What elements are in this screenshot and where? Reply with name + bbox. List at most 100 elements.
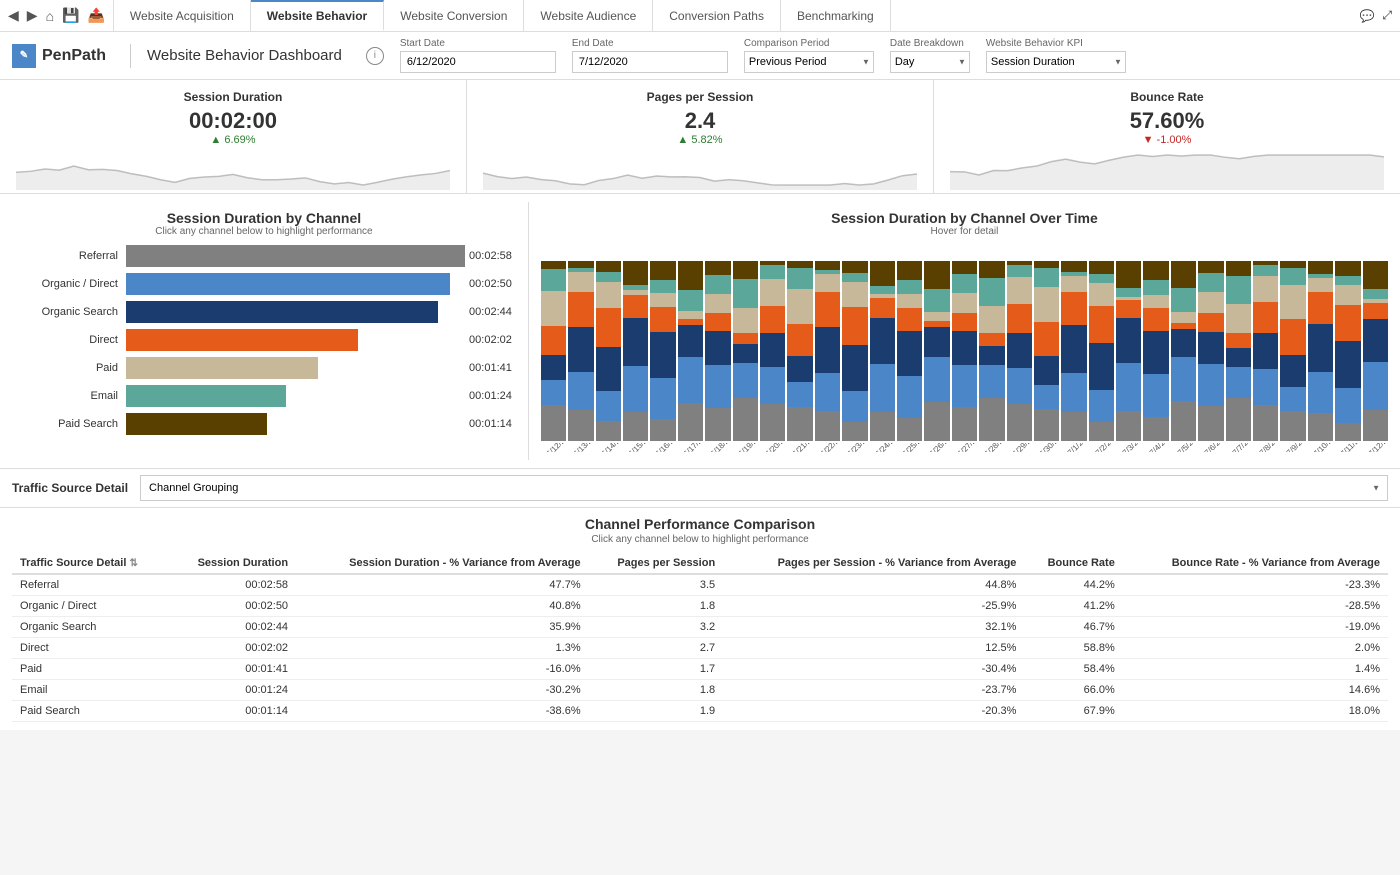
stacked-bar-1[interactable] — [568, 261, 593, 441]
stacked-bar-30[interactable] — [1363, 261, 1388, 441]
stacked-segment-7-2 — [733, 344, 758, 363]
expand-icon[interactable]: ⤢ — [1382, 8, 1392, 23]
save-button[interactable]: 💾 — [62, 7, 79, 24]
bar-track-5 — [126, 385, 465, 407]
stacked-bar-25[interactable] — [1226, 261, 1251, 441]
stacked-bar-6[interactable] — [705, 261, 730, 441]
stacked-bar-7[interactable] — [733, 261, 758, 441]
bar-row-3[interactable]: Direct 00:02:02 — [16, 329, 512, 351]
stacked-bar-17[interactable] — [1007, 261, 1032, 441]
nav-tab-website-behavior[interactable]: Website Behavior — [251, 0, 384, 31]
stacked-bar-0[interactable] — [541, 261, 566, 441]
kpi-select[interactable]: Session Duration — [986, 51, 1126, 73]
stacked-segment-16-1 — [979, 365, 1004, 399]
table-row-2[interactable]: Organic Search00:02:4435.9%3.232.1%46.7%… — [12, 617, 1388, 638]
stacked-bar-22[interactable] — [1143, 261, 1168, 441]
table-row-6[interactable]: Paid Search00:01:14-38.6%1.9-20.3%67.9%1… — [12, 701, 1388, 722]
stacked-segment-1-1 — [568, 372, 593, 410]
stacked-bar-27[interactable] — [1280, 261, 1305, 441]
stacked-segment-26-2 — [1253, 333, 1278, 369]
stacked-segment-11-2 — [842, 345, 867, 391]
bar-row-2[interactable]: Organic Search 00:02:44 — [16, 301, 512, 323]
stacked-segment-19-6 — [1061, 261, 1086, 272]
stacked-segment-28-3 — [1308, 292, 1333, 325]
table-row-1[interactable]: Organic / Direct00:02:5040.8%1.8-25.9%41… — [12, 596, 1388, 617]
stacked-bar-13[interactable] — [897, 261, 922, 441]
date-breakdown-select[interactable]: Day — [890, 51, 970, 73]
table-row-0[interactable]: Referral00:02:5847.7%3.544.8%44.2%-23.3% — [12, 574, 1388, 596]
stacked-bar-8[interactable] — [760, 261, 785, 441]
table-row-3[interactable]: Direct00:02:021.3%2.712.5%58.8%2.0% — [12, 638, 1388, 659]
bar-row-4[interactable]: Paid 00:01:41 — [16, 357, 512, 379]
stacked-bar-10[interactable] — [815, 261, 840, 441]
stacked-bar-3[interactable] — [623, 261, 648, 441]
chat-icon[interactable]: 💬 — [1359, 9, 1374, 23]
end-date-input[interactable] — [572, 51, 728, 73]
stacked-segment-19-2 — [1061, 325, 1086, 372]
nav-tab-website-audience[interactable]: Website Audience — [524, 0, 653, 31]
table-row-4[interactable]: Paid00:01:41-16.0%1.7-30.4%58.4%1.4% — [12, 659, 1388, 680]
back-button[interactable]: ◀ — [8, 7, 19, 24]
stacked-bar-14[interactable] — [924, 261, 949, 441]
stacked-bar-21[interactable] — [1116, 261, 1141, 441]
x-label-16: 6/28/20 — [983, 443, 1007, 452]
cell-4-6: 1.4% — [1123, 659, 1388, 680]
bar-row-1[interactable]: Organic / Direct 00:02:50 — [16, 273, 512, 295]
stacked-segment-2-5 — [596, 272, 621, 282]
stacked-bar-28[interactable] — [1308, 261, 1333, 441]
bar-value-5: 00:01:24 — [469, 390, 512, 402]
nav-tab-website-conversion[interactable]: Website Conversion — [384, 0, 524, 31]
stacked-bar-19[interactable] — [1061, 261, 1086, 441]
stacked-bar-12[interactable] — [870, 261, 895, 441]
stacked-segment-1-2 — [568, 327, 593, 372]
stacked-bar-16[interactable] — [979, 261, 1004, 441]
stacked-bar-26[interactable] — [1253, 261, 1278, 441]
stacked-segment-26-3 — [1253, 302, 1278, 332]
stacked-segment-7-3 — [733, 333, 758, 344]
bar-track-0 — [126, 245, 465, 267]
stacked-bar-2[interactable] — [596, 261, 621, 441]
stacked-segment-5-4 — [678, 311, 703, 319]
cell-3-1: 00:02:02 — [170, 638, 296, 659]
forward-button[interactable]: ▶ — [27, 7, 38, 24]
table-section: Channel Performance Comparison Click any… — [0, 508, 1400, 730]
nav-tab-website-acquisition[interactable]: Website Acquisition — [114, 0, 251, 31]
stacked-bar-23[interactable] — [1171, 261, 1196, 441]
comparison-select[interactable]: Previous Period — [744, 51, 874, 73]
filter-icon[interactable]: ⇅ — [129, 558, 137, 569]
table-row-5[interactable]: Email00:01:24-30.2%1.8-23.7%66.0%14.6% — [12, 680, 1388, 701]
col-header-0[interactable]: Traffic Source Detail ⇅ — [12, 553, 170, 574]
stacked-bar-15[interactable] — [952, 261, 977, 441]
home-button[interactable]: ⌂ — [46, 8, 54, 24]
stacked-bar-4[interactable] — [650, 261, 675, 441]
stacked-segment-27-2 — [1280, 355, 1305, 387]
bar-row-5[interactable]: Email 00:01:24 — [16, 385, 512, 407]
cell-6-6: 18.0% — [1123, 701, 1388, 722]
stacked-segment-18-2 — [1034, 356, 1059, 385]
stacked-segment-10-3 — [815, 292, 840, 327]
nav-tab-benchmarking[interactable]: Benchmarking — [781, 0, 891, 31]
cell-1-3: 1.8 — [589, 596, 724, 617]
kpi-value-0: 00:02:00 — [16, 108, 450, 134]
kpi-title-1: Pages per Session — [483, 90, 917, 104]
stacked-bar-11[interactable] — [842, 261, 867, 441]
stacked-bar-9[interactable] — [787, 261, 812, 441]
stacked-bar-24[interactable] — [1198, 261, 1223, 441]
info-icon[interactable]: i — [366, 47, 384, 65]
x-label-9: 6/21/20 — [791, 443, 815, 452]
stacked-bar-29[interactable] — [1335, 261, 1360, 441]
bar-row-6[interactable]: Paid Search 00:01:14 — [16, 413, 512, 435]
share-button[interactable]: 📤 — [87, 7, 104, 24]
traffic-select[interactable]: Channel Grouping — [140, 475, 1388, 501]
x-label-28: 7/10/20 — [1312, 443, 1336, 452]
x-label-19: 7/1/20 — [1065, 443, 1089, 452]
stacked-segment-22-0 — [1143, 417, 1168, 441]
kpi-title-2: Bounce Rate — [950, 90, 1384, 104]
stacked-bar-18[interactable] — [1034, 261, 1059, 441]
stacked-bar-5[interactable] — [678, 261, 703, 441]
stacked-bar-20[interactable] — [1089, 261, 1114, 441]
bar-row-0[interactable]: Referral 00:02:58 — [16, 245, 512, 267]
stacked-segment-21-1 — [1116, 363, 1141, 411]
nav-tab-conversion-paths[interactable]: Conversion Paths — [653, 0, 781, 31]
start-date-input[interactable] — [400, 51, 556, 73]
